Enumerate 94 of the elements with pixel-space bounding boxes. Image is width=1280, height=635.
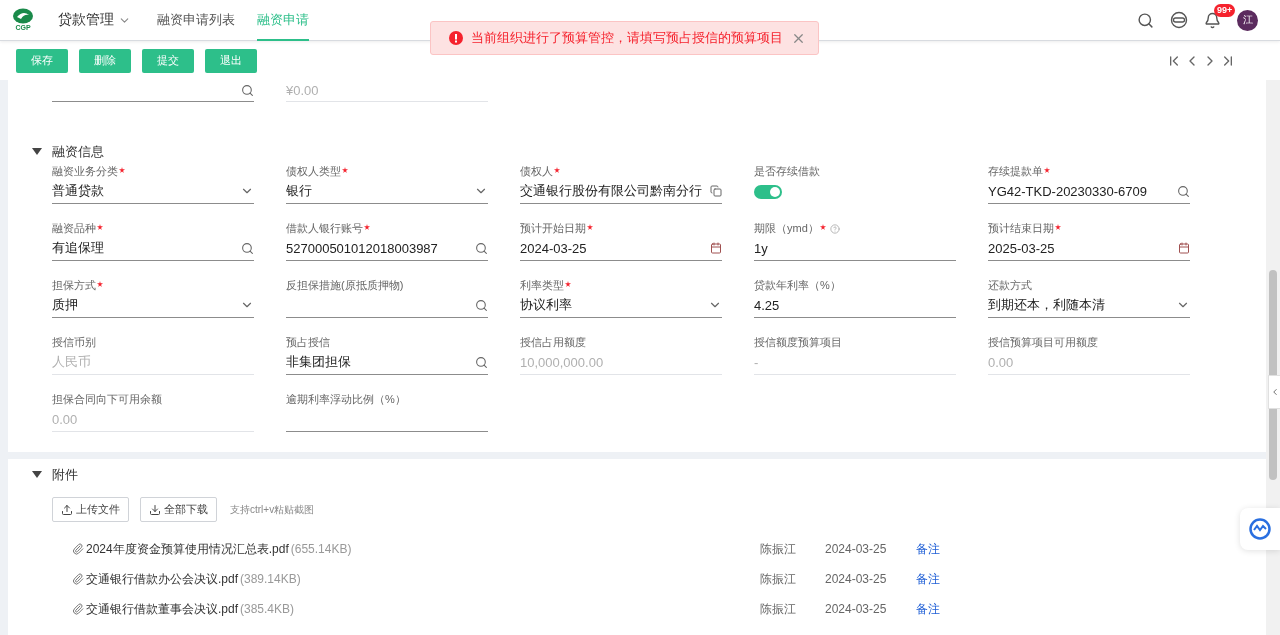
upload-date: 2024-03-25 <box>825 542 888 556</box>
required-icon <box>565 280 571 287</box>
required-icon <box>342 166 348 173</box>
field-label: 反担保措施(原抵质押物) <box>286 278 404 293</box>
required-icon <box>587 223 593 230</box>
assistant-button[interactable] <box>1240 508 1280 550</box>
wave-circle-icon <box>1249 518 1271 540</box>
upload-date: 2024-03-25 <box>825 572 888 586</box>
input-field[interactable]: 有追保理 <box>52 236 254 261</box>
required-icon <box>1044 166 1050 173</box>
field-label: 授信预算项目可用额度 <box>988 335 1098 350</box>
minus-circle-button[interactable] <box>1170 11 1188 29</box>
field-label: 期限（ymd） <box>754 221 819 236</box>
field-label: 利率类型 <box>520 278 564 293</box>
upload-icon <box>61 503 73 516</box>
field-label: 融资品种 <box>52 221 96 236</box>
required-icon <box>819 223 826 230</box>
input-field[interactable]: 非集团担保 <box>286 350 488 375</box>
note-link[interactable]: 备注 <box>916 540 940 558</box>
input-field[interactable]: 2024-03-25 <box>520 236 722 261</box>
field-label: 授信额度预算项目 <box>754 335 842 350</box>
required-icon <box>1055 223 1061 230</box>
user-avatar[interactable]: 江 <box>1237 9 1258 31</box>
required-icon <box>97 223 103 230</box>
module-menu[interactable]: 贷款管理 <box>58 11 131 29</box>
logo-icon <box>12 8 34 24</box>
search-icon <box>241 84 254 97</box>
field-label: 还款方式 <box>988 278 1032 293</box>
toast-message: 当前组织进行了预算管控，请填写预占授信的预算项目 <box>471 29 783 47</box>
file-size: (385.4KB) <box>240 602 295 616</box>
field-label: 债权人 <box>520 164 553 179</box>
search-icon <box>475 355 488 369</box>
input-field[interactable]: 质押 <box>52 293 254 318</box>
field-label: 担保方式 <box>52 278 96 293</box>
input-field[interactable]: 2025-03-25 <box>988 236 1190 261</box>
field-label: 预计结束日期 <box>988 221 1054 236</box>
input-field[interactable]: 1y <box>754 236 956 261</box>
input-field[interactable]: YG42-TKD-20230330-6709 <box>988 179 1190 204</box>
field-label: 授信占用额度 <box>520 335 586 350</box>
input-field[interactable]: 普通贷款 <box>52 179 254 204</box>
field-label: 预占授信 <box>286 335 330 350</box>
download-button[interactable]: 全部下载 <box>140 497 217 522</box>
search-icon <box>1177 184 1190 198</box>
download-icon <box>149 503 161 516</box>
section-header[interactable]: 附件 <box>32 465 78 485</box>
field-label: 授信币别 <box>52 335 96 350</box>
search-icon <box>475 241 488 255</box>
field-label: 担保合同向下可用余额 <box>52 392 162 407</box>
field-label: 逾期利率浮动比例（%） <box>286 392 406 407</box>
file-name[interactable]: 交通银行借款办公会决议.pdf <box>86 570 238 588</box>
file-size: (655.14KB) <box>290 542 352 556</box>
field-label: 存续提款单 <box>988 164 1043 179</box>
field-label: 借款人银行账号 <box>286 221 363 236</box>
search-icon <box>241 241 254 255</box>
nav-tab[interactable]: 融资申请列表 <box>157 0 235 41</box>
file-name[interactable]: 2024年度资金预算使用情况汇总表.pdf <box>86 540 289 558</box>
input-field[interactable]: 4.25 <box>754 293 956 318</box>
field-label: 预计开始日期 <box>520 221 586 236</box>
input-field[interactable]: 到期还本，利随本清 <box>988 293 1190 318</box>
upload-date: 2024-03-25 <box>825 602 888 616</box>
field-label: 融资业务分类 <box>52 164 118 179</box>
search-icon <box>475 298 488 312</box>
notification-button[interactable] <box>1204 11 1221 29</box>
field-label: 债权人类型 <box>286 164 341 179</box>
paperclip-icon <box>72 603 84 615</box>
input-field[interactable]: 527000501012018003987 <box>286 236 488 261</box>
file-name[interactable]: 交通银行借款董事会决议.pdf <box>86 600 238 618</box>
uploader-name: 陈振江 <box>760 540 797 558</box>
error-icon <box>449 31 463 45</box>
uploader-name: 陈振江 <box>760 570 797 588</box>
input-field[interactable]: 协议利率 <box>520 293 722 318</box>
required-icon <box>364 223 370 230</box>
required-icon <box>119 166 125 173</box>
section-header[interactable]: 融资信息 <box>32 142 104 162</box>
note-link[interactable]: 备注 <box>916 600 940 618</box>
uploader-name: 陈振江 <box>760 600 797 618</box>
file-size: (389.14KB) <box>240 572 301 586</box>
calendar-icon <box>1178 242 1190 254</box>
input-field[interactable]: 银行 <box>286 179 488 204</box>
note-link[interactable]: 备注 <box>916 570 940 588</box>
required-icon <box>97 280 103 287</box>
calendar-icon <box>710 242 722 254</box>
field-label: 贷款年利率（%） <box>754 278 841 293</box>
paste-hint: 支持ctrl+v粘贴截图 <box>230 502 315 517</box>
field-label: 是否存续借款 <box>754 164 820 179</box>
paperclip-icon <box>72 573 84 585</box>
notification-badge: 99+ <box>1214 3 1236 17</box>
upload-button[interactable]: 上传文件 <box>52 497 129 522</box>
input-field[interactable]: 交通银行股份有限公司黔南分行 <box>520 179 722 204</box>
toggle-switch[interactable] <box>754 184 782 199</box>
search-button[interactable] <box>1137 11 1154 29</box>
copy-icon <box>710 185 722 197</box>
required-icon <box>554 166 560 173</box>
paperclip-icon <box>72 543 84 555</box>
